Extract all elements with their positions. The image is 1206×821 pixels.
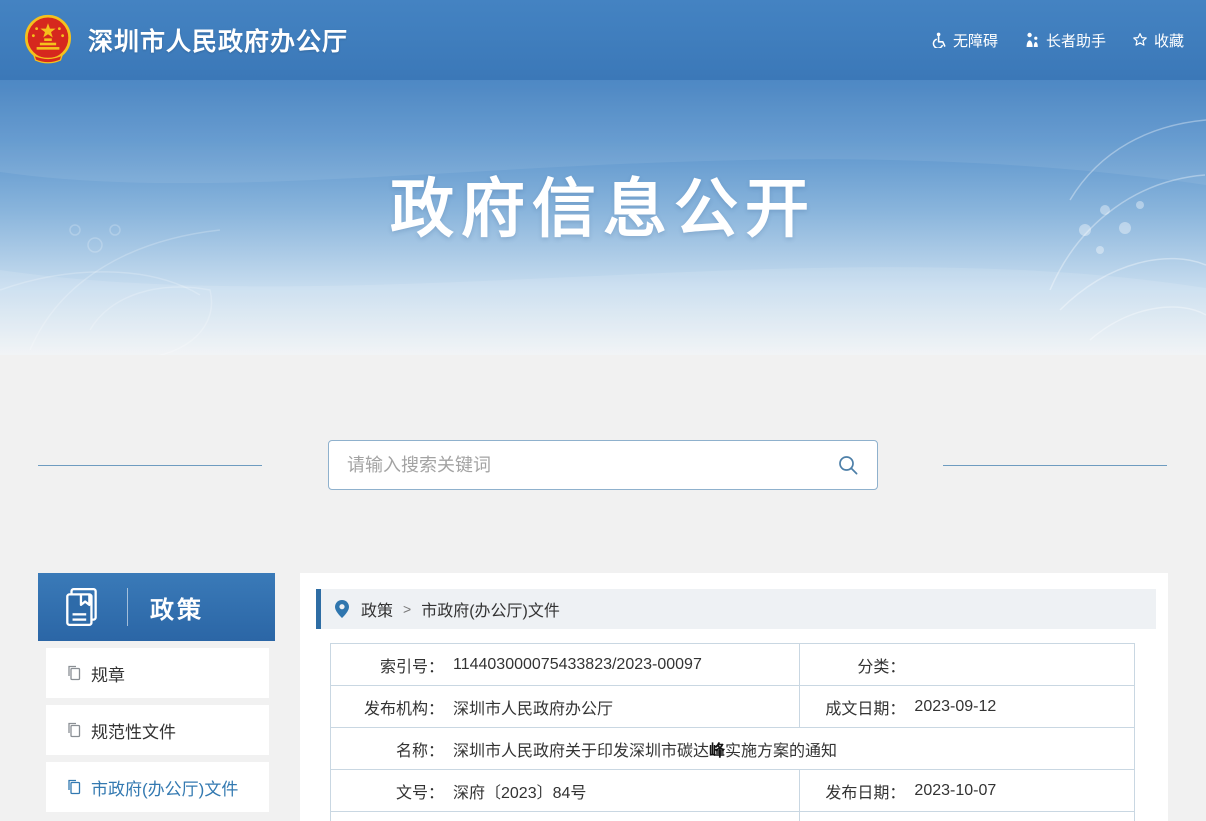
publish-date-label: 发布日期： (800, 779, 905, 803)
search-input[interactable] (347, 455, 835, 476)
sidebar-item-label: 市政府(办公厅)文件 (91, 775, 238, 800)
elder-helper-link[interactable]: 长者助手 (1024, 30, 1106, 51)
table-row-partial (331, 812, 1135, 821)
page-banner: 政府信息公开 (0, 80, 1206, 355)
sidebar-title: 政策 (150, 590, 204, 625)
national-emblem-logo[interactable] (22, 14, 74, 66)
document-number-label: 文号： (331, 779, 444, 803)
issuing-agency-label: 发布机构： (331, 695, 444, 719)
document-name-cell: 名称： 深圳市人民政府关于印发深圳市碳达峰实施方案的通知 (331, 728, 1135, 770)
top-bar: 深圳市人民政府办公厅 无障碍 长者助手 收藏 (0, 0, 1206, 80)
index-number-label: 索引号： (331, 653, 444, 677)
table-row: 名称： 深圳市人民政府关于印发深圳市碳达峰实施方案的通知 (331, 728, 1135, 770)
document-name-part: 实施方案的通知 (725, 743, 837, 760)
right-decor-line (943, 465, 1167, 466)
category-label: 分类： (800, 653, 905, 677)
star-icon (1132, 32, 1148, 48)
accessibility-label: 无障碍 (953, 30, 998, 51)
main-area: 政策 规章 规范性文件 市政府(办公厅)文件 (0, 573, 1206, 821)
site-title[interactable]: 深圳市人民政府办公厅 (88, 22, 348, 58)
document-icon (66, 779, 82, 795)
location-pin-icon (335, 600, 349, 618)
document-icon (66, 722, 82, 738)
sidebar-item-regulations[interactable]: 规章 (46, 648, 269, 698)
empty-cell (800, 812, 1135, 821)
sidebar-item-label: 规章 (91, 661, 125, 686)
document-icon (66, 665, 82, 681)
document-name-highlight: 峰 (709, 743, 725, 760)
issuing-agency-cell: 发布机构： 深圳市人民政府办公厅 (331, 686, 800, 728)
issuing-agency-value: 深圳市人民政府办公厅 (453, 695, 613, 719)
table-row: 索引号： 114403000075433823/2023-00097 分类： (331, 644, 1135, 686)
breadcrumb: 政策 > 市政府(办公厅)文件 (316, 589, 1156, 629)
elder-helper-icon (1024, 32, 1040, 48)
breadcrumb-item-policy[interactable]: 政策 (361, 597, 393, 621)
accessibility-icon (931, 32, 947, 48)
written-date-cell: 成文日期： 2023-09-12 (800, 686, 1135, 728)
sidebar-item-municipal-government-documents[interactable]: 市政府(办公厅)文件 (46, 762, 269, 812)
search-icon (837, 454, 859, 476)
document-name-label: 名称： (331, 737, 444, 761)
search-section (0, 355, 1206, 573)
category-cell: 分类： (800, 644, 1135, 686)
table-row: 文号： 深府〔2023〕84号 发布日期： 2023-10-07 (331, 770, 1135, 812)
document-name-part: 深圳市人民政府关于印发深圳市碳达 (453, 743, 709, 760)
search-button[interactable] (835, 452, 861, 478)
breadcrumb-item-municipal-documents[interactable]: 市政府(办公厅)文件 (421, 597, 560, 621)
accessibility-link[interactable]: 无障碍 (931, 30, 998, 51)
document-name-value: 深圳市人民政府关于印发深圳市碳达峰实施方案的通知 (453, 737, 837, 761)
index-number-cell: 索引号： 114403000075433823/2023-00097 (331, 644, 800, 686)
sidebar-header: 政策 (38, 573, 275, 641)
favorite-link[interactable]: 收藏 (1132, 30, 1184, 51)
document-number-cell: 文号： 深府〔2023〕84号 (331, 770, 800, 812)
page-title: 政府信息公开 (0, 80, 1206, 250)
left-decor-line (38, 465, 262, 466)
book-icon (61, 586, 103, 628)
table-row: 发布机构： 深圳市人民政府办公厅 成文日期： 2023-09-12 (331, 686, 1135, 728)
publish-date-cell: 发布日期： 2023-10-07 (800, 770, 1135, 812)
document-number-value: 深府〔2023〕84号 (453, 779, 586, 803)
header-divider (127, 588, 128, 626)
empty-cell (331, 812, 800, 821)
policy-sidebar: 政策 规章 规范性文件 市政府(办公厅)文件 (38, 573, 275, 812)
breadcrumb-separator: > (403, 601, 411, 617)
written-date-label: 成文日期： (800, 695, 905, 719)
sidebar-item-normative-documents[interactable]: 规范性文件 (46, 705, 269, 755)
publish-date-value: 2023-10-07 (914, 782, 996, 800)
favorite-label: 收藏 (1154, 30, 1184, 51)
written-date-value: 2023-09-12 (914, 698, 996, 716)
content-panel: 政策 > 市政府(办公厅)文件 索引号： 114403000075433823/… (300, 573, 1168, 821)
index-number-value: 114403000075433823/2023-00097 (453, 656, 702, 674)
document-info-table: 索引号： 114403000075433823/2023-00097 分类： 发… (330, 643, 1135, 821)
search-box (328, 440, 878, 490)
top-links: 无障碍 长者助手 收藏 (931, 30, 1184, 51)
elder-helper-label: 长者助手 (1046, 30, 1106, 51)
sidebar-item-label: 规范性文件 (91, 718, 176, 743)
